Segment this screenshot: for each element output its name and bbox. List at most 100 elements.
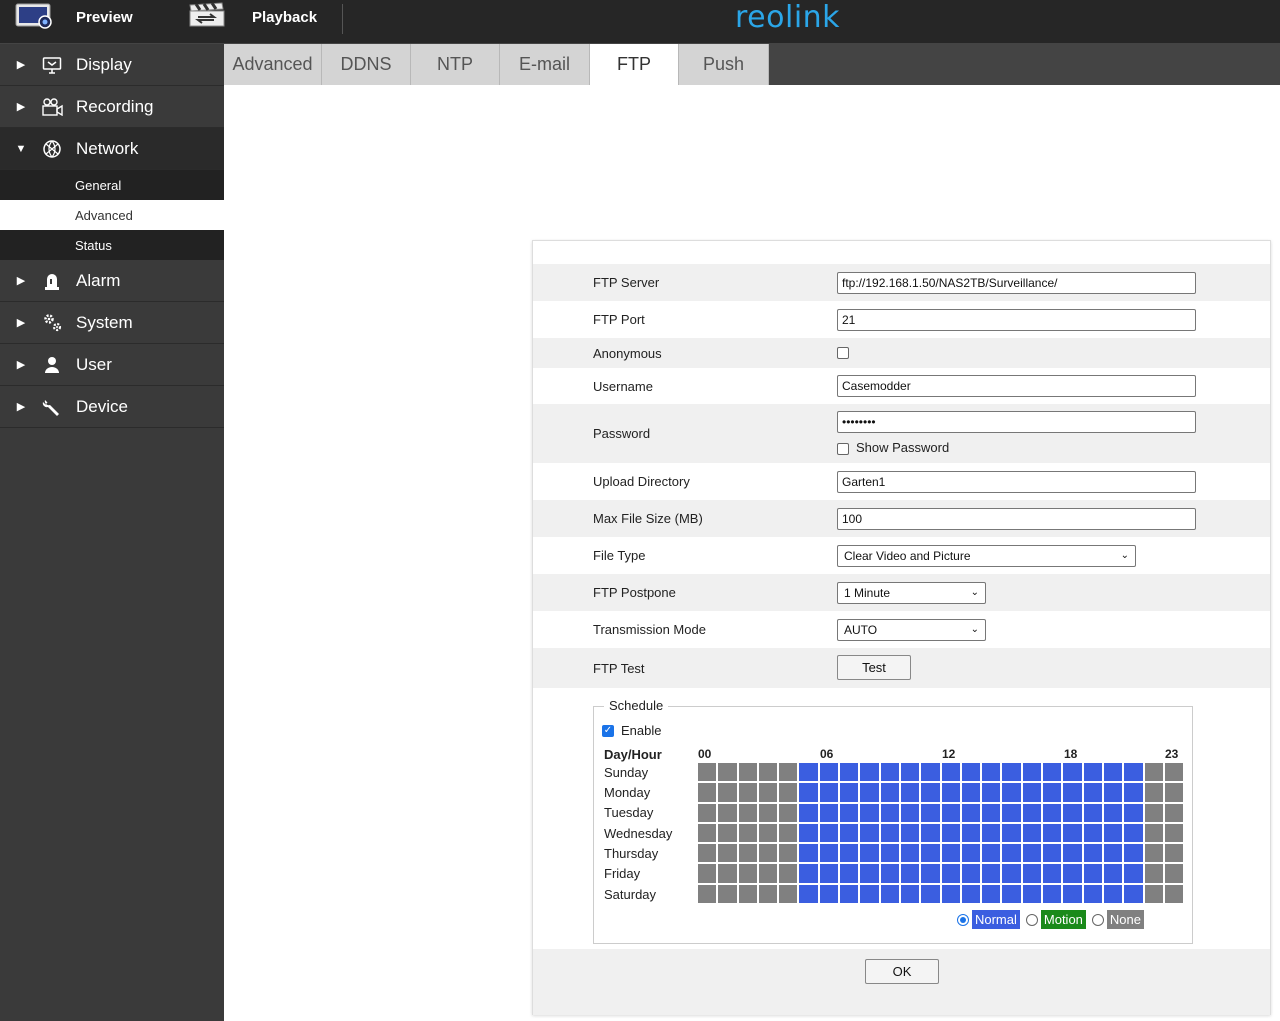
schedule-cell[interactable] [982,783,1001,802]
schedule-grid[interactable] [698,763,1184,904]
schedule-cell[interactable] [738,803,757,822]
tab-push[interactable]: Push [679,44,769,85]
schedule-cell[interactable] [698,763,717,782]
schedule-cell[interactable] [1022,823,1042,843]
schedule-cell[interactable] [840,803,859,822]
schedule-cell[interactable] [982,803,1001,822]
motion-radio[interactable] [1025,913,1038,926]
schedule-cell[interactable] [799,803,818,822]
schedule-cell[interactable] [799,844,818,863]
schedule-cell[interactable] [1022,783,1042,802]
schedule-enable[interactable]: ✓ Enable [602,723,661,738]
schedule-cell[interactable] [819,823,839,843]
schedule-cell[interactable] [1124,884,1143,904]
ftp-port-input[interactable] [837,308,1196,331]
tab-ddns[interactable]: DDNS [322,44,411,85]
sidebar-subitem-general[interactable]: General [0,170,224,200]
schedule-cell[interactable] [900,864,920,883]
schedule-cell[interactable] [738,823,757,843]
schedule-cell[interactable] [1124,763,1143,782]
schedule-cell[interactable] [1164,864,1184,883]
normal-mode-label[interactable]: Normal [971,910,1020,929]
schedule-cell[interactable] [900,844,920,863]
none-radio[interactable] [1091,913,1104,926]
password-input[interactable] [837,411,1196,433]
schedule-cell[interactable] [779,783,798,802]
schedule-cell[interactable] [1063,763,1082,782]
schedule-cell[interactable] [799,864,818,883]
schedule-cell[interactable] [941,803,960,822]
sidebar-item-network[interactable]: ▼ Network [0,128,224,170]
schedule-cell[interactable] [1063,783,1082,802]
schedule-cell[interactable] [779,864,798,883]
schedule-cell[interactable] [880,864,899,883]
sidebar-item-recording[interactable]: ▶ Recording [0,86,224,128]
schedule-cell[interactable] [961,803,981,822]
schedule-cell[interactable] [698,864,717,883]
schedule-cell[interactable] [1103,864,1123,883]
schedule-cell[interactable] [758,844,778,863]
schedule-cell[interactable] [982,844,1001,863]
schedule-cell[interactable] [1002,783,1021,802]
schedule-cell[interactable] [718,783,737,802]
schedule-cell[interactable] [819,864,839,883]
ok-button[interactable]: OK [865,959,939,984]
schedule-cell[interactable] [860,823,879,843]
schedule-cell[interactable] [941,823,960,843]
schedule-cell[interactable] [1043,864,1062,883]
schedule-cell[interactable] [961,884,981,904]
schedule-cell[interactable] [840,823,859,843]
schedule-cell[interactable] [738,763,757,782]
schedule-cell[interactable] [840,884,859,904]
schedule-cell[interactable] [941,844,960,863]
schedule-cell[interactable] [718,823,737,843]
schedule-cell[interactable] [1164,823,1184,843]
schedule-cell[interactable] [1124,783,1143,802]
transmission-mode-select[interactable]: AUTO ⌄ [837,618,986,641]
enable-checkbox-checked-icon[interactable]: ✓ [602,724,614,737]
schedule-cell[interactable] [1103,844,1123,863]
schedule-cell[interactable] [738,844,757,863]
tab-ntp[interactable]: NTP [411,44,500,85]
schedule-cell[interactable] [738,783,757,802]
schedule-cell[interactable] [1043,844,1062,863]
sidebar-item-system[interactable]: ▶ System [0,302,224,344]
schedule-cell[interactable] [819,884,839,904]
none-mode-label[interactable]: None [1106,910,1144,929]
sidebar-item-display[interactable]: ▶ Display [0,44,224,86]
schedule-cell[interactable] [1083,864,1102,883]
schedule-cell[interactable] [941,884,960,904]
schedule-cell[interactable] [1083,844,1102,863]
schedule-cell[interactable] [779,803,798,822]
schedule-cell[interactable] [961,864,981,883]
schedule-cell[interactable] [738,864,757,883]
schedule-cell[interactable] [758,823,778,843]
schedule-cell[interactable] [779,763,798,782]
file-type-select[interactable]: Clear Video and Picture ⌄ [837,544,1136,567]
schedule-cell[interactable] [840,844,859,863]
schedule-cell[interactable] [880,783,899,802]
schedule-cell[interactable] [900,763,920,782]
schedule-cell[interactable] [921,763,940,782]
schedule-cell[interactable] [1144,763,1163,782]
schedule-cell[interactable] [1144,864,1163,883]
schedule-cell[interactable] [961,844,981,863]
upload-directory-input[interactable] [837,470,1196,493]
schedule-cell[interactable] [900,823,920,843]
schedule-cell[interactable] [819,783,839,802]
schedule-cell[interactable] [941,783,960,802]
schedule-cell[interactable] [1022,864,1042,883]
schedule-cell[interactable] [1022,763,1042,782]
schedule-cell[interactable] [921,864,940,883]
schedule-cell[interactable] [1124,844,1143,863]
schedule-cell[interactable] [799,823,818,843]
schedule-cell[interactable] [1022,803,1042,822]
schedule-cell[interactable] [1002,884,1021,904]
preview-button[interactable]: Preview [14,0,133,34]
schedule-cell[interactable] [779,884,798,904]
schedule-cell[interactable] [900,783,920,802]
schedule-cell[interactable] [698,884,717,904]
motion-mode-label[interactable]: Motion [1040,910,1086,929]
schedule-cell[interactable] [900,884,920,904]
schedule-cell[interactable] [1103,884,1123,904]
